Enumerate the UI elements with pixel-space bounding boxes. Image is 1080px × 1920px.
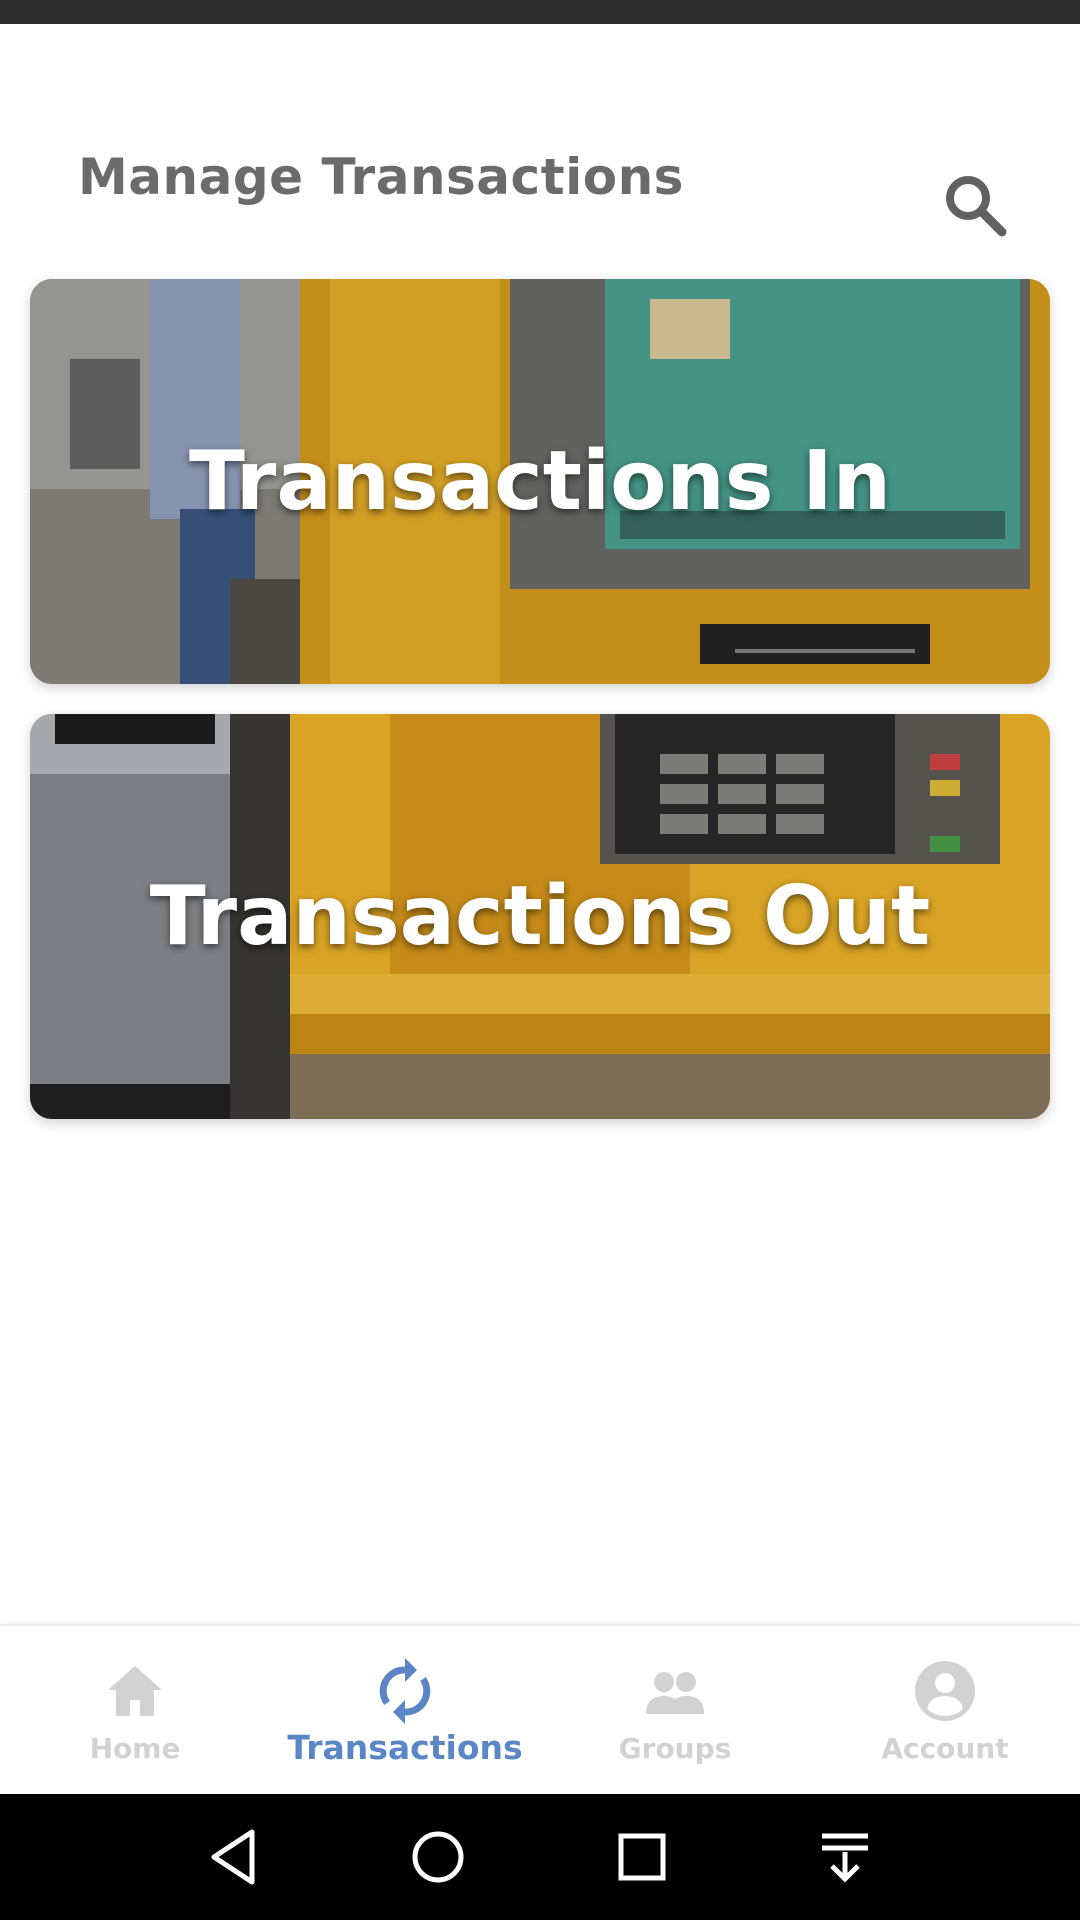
- home-icon: [108, 1666, 162, 1716]
- system-back-button[interactable]: [200, 1822, 270, 1892]
- nav-label-groups: Groups: [618, 1732, 732, 1765]
- transactions-out-label: Transactions Out: [149, 869, 931, 964]
- home-circle-icon: [412, 1831, 464, 1883]
- notification-pull-icon: [822, 1833, 868, 1883]
- status-bar: [0, 0, 1080, 24]
- back-icon: [211, 1829, 255, 1885]
- nav-item-home[interactable]: Home: [0, 1626, 270, 1796]
- app-header: Manage Transactions: [0, 24, 1080, 264]
- sync-icon: [379, 1658, 431, 1724]
- transactions-out-card[interactable]: Transactions Out: [30, 714, 1050, 1119]
- search-button[interactable]: [940, 170, 1010, 240]
- system-recents-button[interactable]: [607, 1822, 677, 1892]
- nav-label-account: Account: [881, 1732, 1009, 1765]
- page-title: Manage Transactions: [78, 148, 684, 206]
- group-icon: [646, 1672, 704, 1714]
- bottom-navigation: Home Transactions Groups Account: [0, 1624, 1080, 1796]
- nav-item-account[interactable]: Account: [810, 1626, 1080, 1796]
- transactions-in-card[interactable]: Transactions In: [30, 279, 1050, 684]
- nav-item-groups[interactable]: Groups: [540, 1626, 810, 1796]
- transactions-in-label: Transactions In: [188, 434, 892, 529]
- system-home-button[interactable]: [403, 1822, 473, 1892]
- system-navigation-bar: [0, 1794, 1080, 1920]
- account-circle-icon: [915, 1661, 975, 1721]
- system-notification-button[interactable]: [810, 1822, 880, 1892]
- nav-label-transactions: Transactions: [287, 1728, 523, 1767]
- recents-icon: [618, 1833, 666, 1881]
- search-icon: [946, 176, 1007, 237]
- nav-item-transactions[interactable]: Transactions: [270, 1626, 540, 1796]
- nav-label-home: Home: [89, 1732, 181, 1765]
